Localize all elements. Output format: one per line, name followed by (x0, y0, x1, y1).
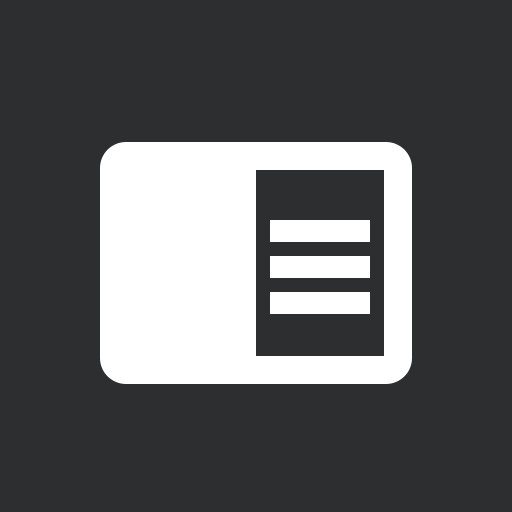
menu-line (270, 220, 370, 242)
menu-line (270, 292, 370, 314)
menu-line (270, 256, 370, 278)
sidebar-panel-icon (0, 0, 512, 512)
icon-canvas (0, 0, 512, 512)
sidebar-panel-icon-graphic (100, 142, 412, 384)
menu-lines-icon (270, 220, 370, 314)
